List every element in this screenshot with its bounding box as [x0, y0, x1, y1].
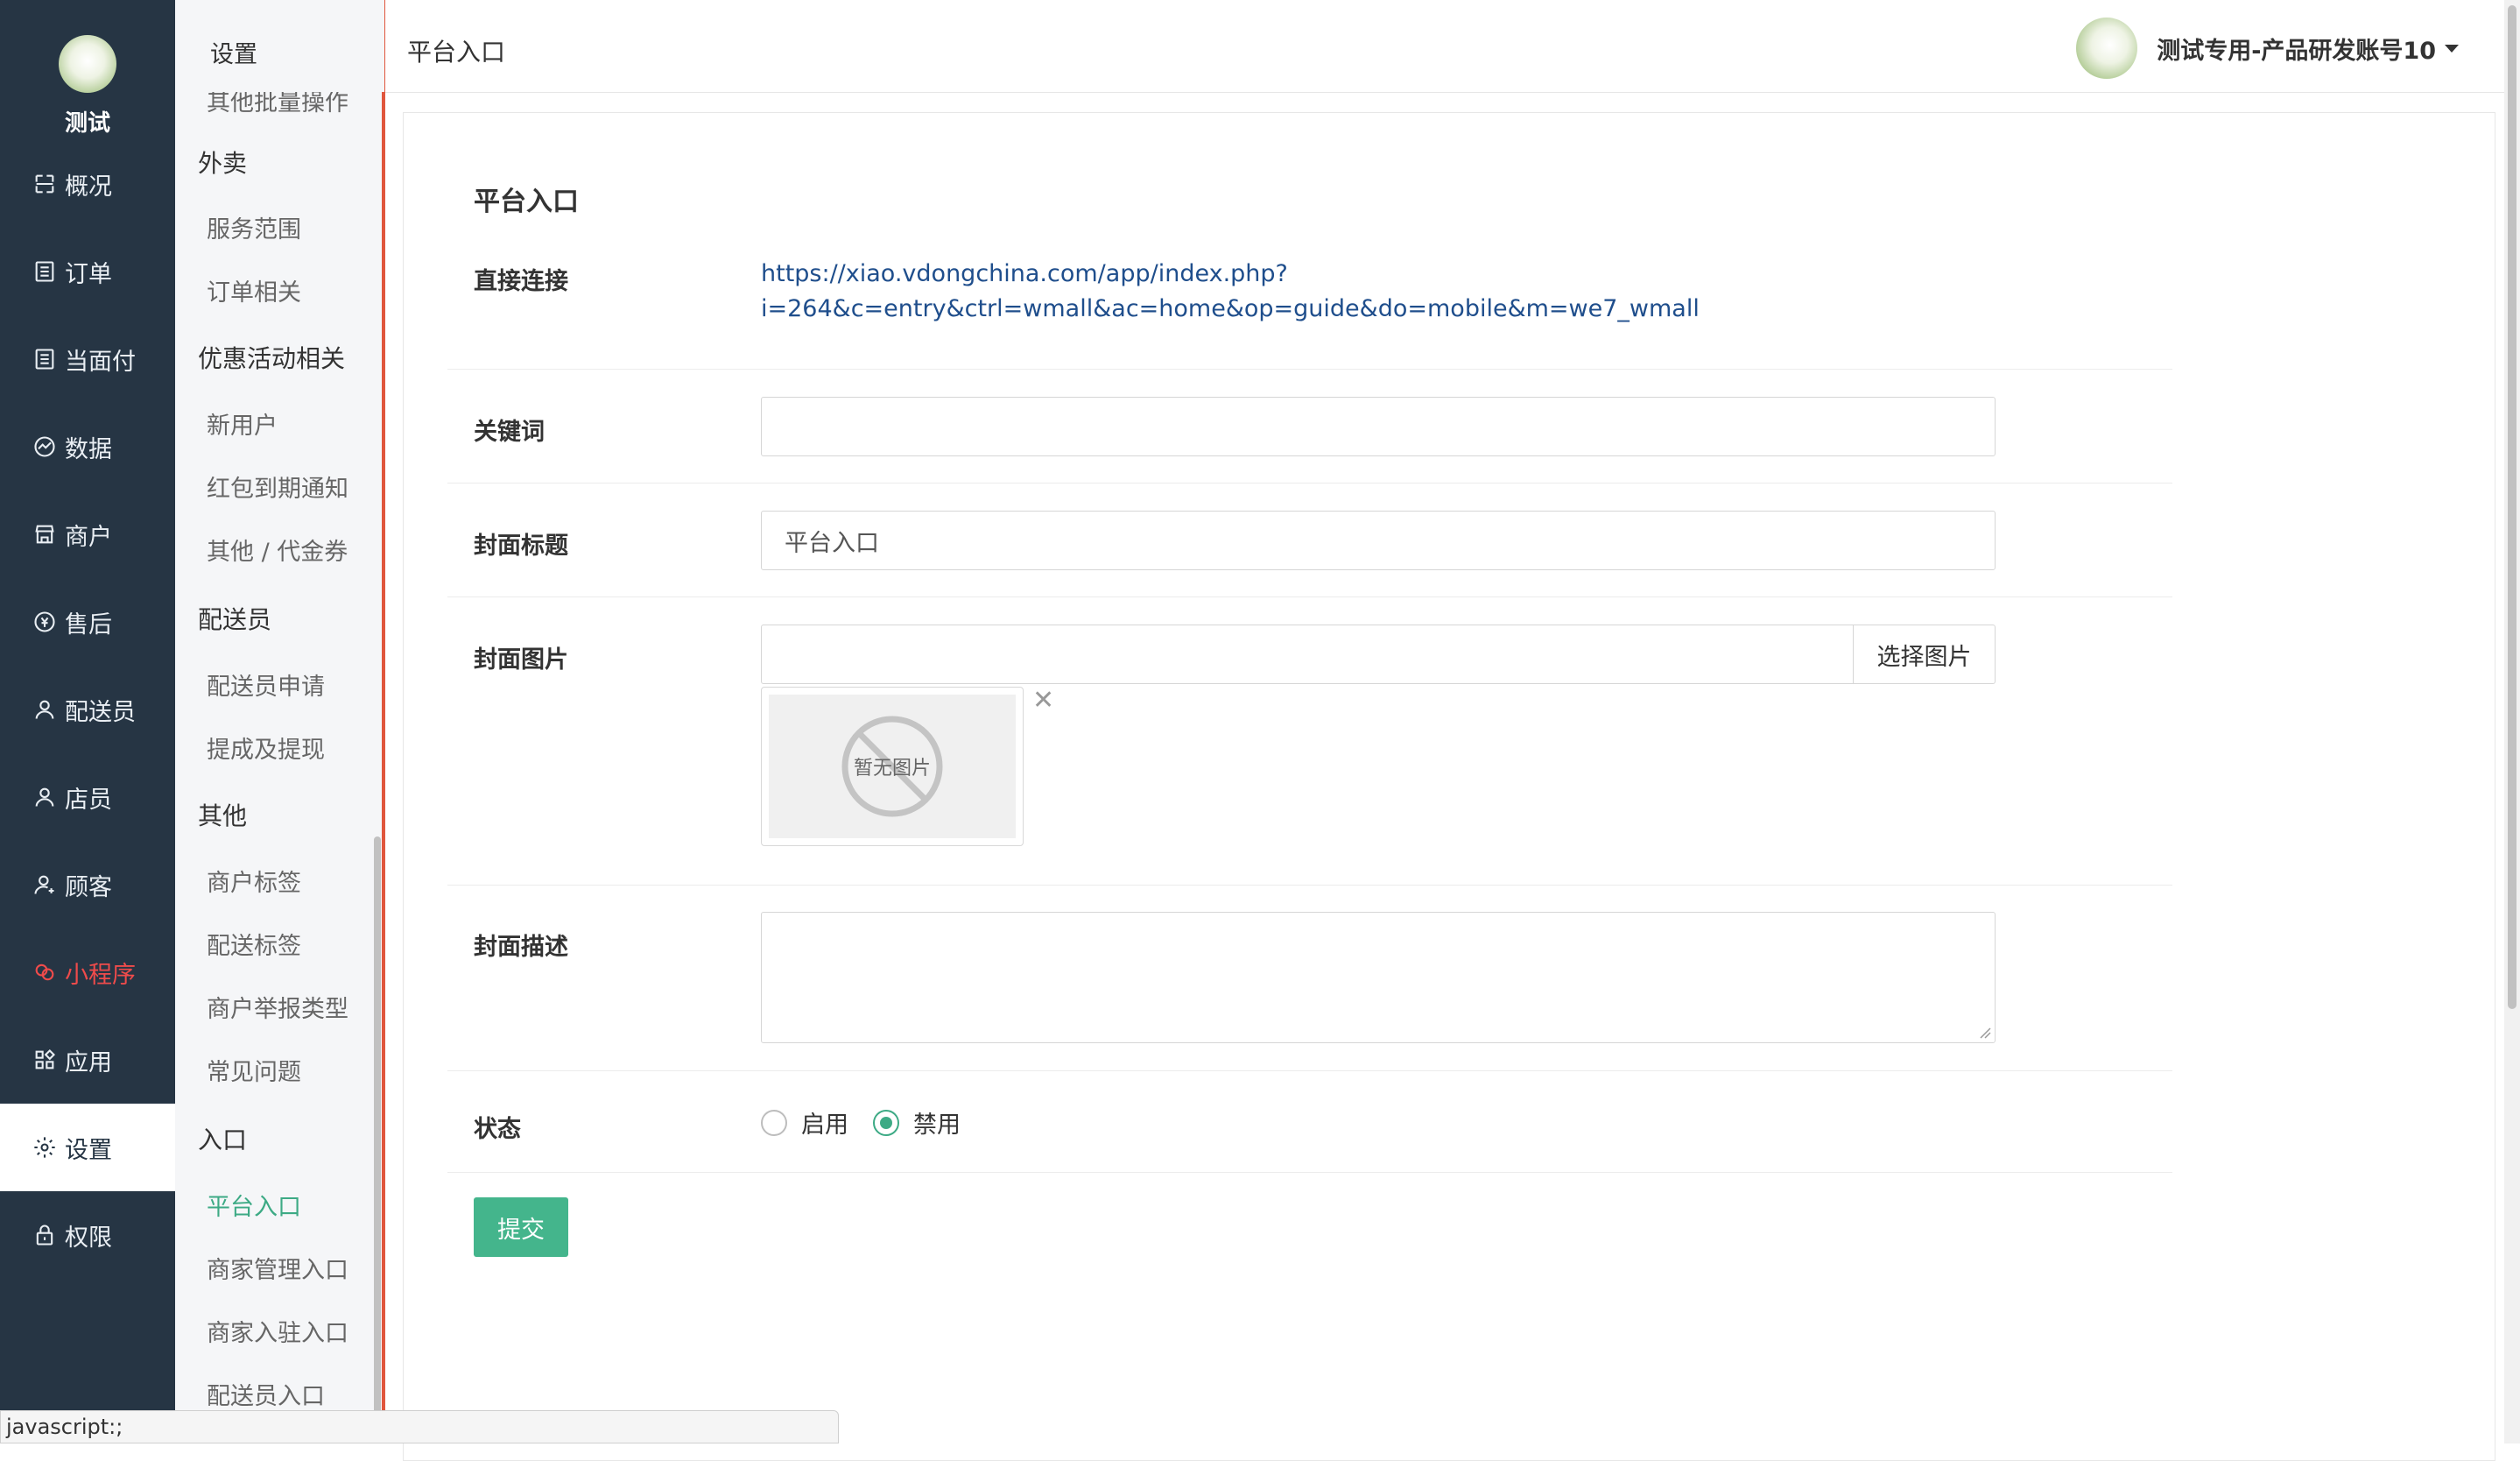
- nav-label: 权限: [65, 1224, 112, 1252]
- image-preview: 暂无图片: [761, 687, 1024, 846]
- nav-label: 售后: [65, 611, 112, 639]
- page-scrollbar[interactable]: [2504, 0, 2520, 1443]
- nav-item-merchants[interactable]: 商户: [0, 491, 175, 578]
- payment-icon: [32, 346, 58, 372]
- brand-name: 测试: [64, 110, 110, 137]
- miniprogram-icon: [32, 959, 58, 985]
- nav-label: 数据: [65, 435, 112, 463]
- nav-label: 应用: [65, 1048, 112, 1076]
- username: 测试专用-产品研发账号10: [2157, 37, 2436, 65]
- nav-item-aftersale[interactable]: 售后: [0, 578, 175, 666]
- cover-desc-textarea[interactable]: [761, 912, 1996, 1043]
- nav-item-clerks[interactable]: 店员: [0, 753, 175, 841]
- status-radio-group: 启用 禁用: [761, 1105, 985, 1140]
- breadcrumb: 平台入口: [407, 38, 506, 67]
- nav-item-orders[interactable]: 订单: [0, 228, 175, 315]
- nav-label: 订单: [65, 260, 112, 288]
- user-icon: [32, 784, 58, 810]
- main-sidebar: 测试 概况 订单 当面付 数据 商户 售后 配送员 店员 顾客 小程序 应用 设…: [0, 0, 175, 1443]
- user-icon: [32, 696, 58, 723]
- top-header: 平台入口 测试专用-产品研发账号10: [385, 0, 2520, 93]
- resize-grip-icon[interactable]: [1979, 1027, 1991, 1039]
- status-disable-radio[interactable]: 禁用: [873, 1105, 961, 1140]
- nav-item-miniprogram[interactable]: 小程序: [0, 928, 175, 1016]
- cover-title-label: 封面标题: [474, 533, 568, 560]
- radio-label: 启用: [801, 1112, 848, 1139]
- nav-item-overview[interactable]: 概况: [0, 140, 175, 228]
- gear-icon: [32, 1134, 58, 1161]
- nav-label: 当面付: [65, 348, 136, 376]
- direct-link-line2[interactable]: i=264&c=entry&ctrl=wmall&ac=home&op=guid…: [761, 292, 1700, 327]
- direct-link[interactable]: https://xiao.vdongchina.com/app/index.ph…: [761, 257, 1700, 327]
- nav-item-data[interactable]: 数据: [0, 403, 175, 491]
- chevron-down-icon: [2445, 44, 2459, 53]
- keyword-input[interactable]: [761, 397, 1996, 456]
- keyword-label: 关键词: [474, 419, 545, 446]
- no-image-text: 暂无图片: [853, 758, 931, 780]
- nav-label: 顾客: [65, 873, 112, 901]
- submit-button[interactable]: 提交: [474, 1197, 568, 1257]
- logo-image: [59, 35, 116, 93]
- browser-status-bar: javascript:;: [0, 1410, 839, 1443]
- cover-image-label: 封面图片: [474, 646, 568, 674]
- cover-title-input[interactable]: 平台入口: [761, 511, 1996, 570]
- customer-icon: [32, 872, 58, 898]
- nav-item-permissions[interactable]: 权限: [0, 1191, 175, 1279]
- nav-label: 设置: [65, 1136, 112, 1164]
- nav-item-apps[interactable]: 应用: [0, 1016, 175, 1104]
- nav-item-face-pay[interactable]: 当面付: [0, 315, 175, 403]
- nav-item-couriers[interactable]: 配送员: [0, 666, 175, 753]
- chart-icon: [32, 434, 58, 460]
- close-icon[interactable]: ✕: [1032, 685, 1054, 716]
- page-title: 平台入口: [474, 187, 579, 217]
- nav-label: 概况: [65, 173, 112, 201]
- cover-image-input[interactable]: [761, 625, 1854, 684]
- scrollbar-thumb[interactable]: [2508, 5, 2516, 1009]
- radio-label: 禁用: [913, 1112, 961, 1139]
- store-icon: [32, 521, 58, 547]
- choose-image-button[interactable]: 选择图片: [1854, 625, 1996, 684]
- overview-icon: [32, 171, 58, 197]
- status-label: 状态: [474, 1116, 521, 1143]
- nav-label: 商户: [65, 523, 112, 551]
- nav-label: 配送员: [65, 698, 136, 726]
- radio-circle: [873, 1109, 899, 1136]
- nav-item-customers[interactable]: 顾客: [0, 841, 175, 928]
- aftersale-icon: [32, 609, 58, 635]
- order-icon: [32, 258, 58, 285]
- avatar: [2076, 18, 2138, 79]
- direct-link-line1[interactable]: https://xiao.vdongchina.com/app/index.ph…: [761, 257, 1700, 292]
- cover-desc-label: 封面描述: [474, 934, 568, 961]
- form-panel: 平台入口 直接连接 https://xiao.vdongchina.com/ap…: [403, 112, 2495, 1461]
- submenu-title: 设置: [175, 0, 384, 92]
- user-menu[interactable]: 测试专用-产品研发账号10: [2076, 18, 2459, 79]
- nav-item-settings[interactable]: 设置: [0, 1104, 175, 1191]
- form-row-status: [447, 1071, 2172, 1173]
- nav-label: 店员: [65, 786, 112, 814]
- status-enable-radio[interactable]: 启用: [761, 1105, 848, 1140]
- radio-circle: [761, 1109, 787, 1136]
- lock-icon: [32, 1222, 58, 1248]
- brand[interactable]: 测试: [0, 26, 175, 138]
- direct-link-label: 直接连接: [474, 268, 568, 295]
- apps-icon: [32, 1047, 58, 1073]
- highlight-box: [175, 0, 385, 1443]
- nav-label: 小程序: [65, 961, 136, 989]
